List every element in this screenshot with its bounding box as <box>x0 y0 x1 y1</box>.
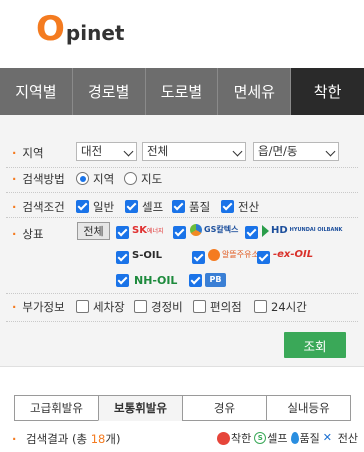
brand-nhoil-checkbox[interactable] <box>116 274 129 287</box>
result-prefix: 검색결과 (총 <box>26 432 91 446</box>
method-region-label: 지역 <box>93 172 115 186</box>
method-region-radio[interactable] <box>76 172 89 185</box>
fuel-tab-regular[interactable]: 보통휘발유 <box>98 395 183 421</box>
brand-pb-checkbox[interactable] <box>189 274 202 287</box>
legend: 착한 S 셀프 품질 ✕ 전산 <box>214 430 358 446</box>
chevron-down-icon <box>232 146 243 157</box>
extra-label: 부가정보 <box>12 299 64 315</box>
result-count: 검색결과 (총 18개) <box>12 431 120 447</box>
extra-convenience-checkbox[interactable] <box>193 300 206 313</box>
good-station-icon <box>217 431 230 445</box>
method-map-radio[interactable] <box>124 172 137 185</box>
nh-oil-logo: NH-OIL <box>134 274 178 287</box>
sigungu-select[interactable]: 전체 <box>142 142 246 161</box>
search-button[interactable]: 조회 <box>284 332 346 358</box>
condition-self-checkbox[interactable] <box>125 200 138 213</box>
brand-alddle-checkbox[interactable] <box>192 251 205 264</box>
brand-soil-checkbox[interactable] <box>116 251 129 264</box>
extra-carwash-checkbox[interactable] <box>76 300 89 313</box>
tab-region[interactable]: 지역별 <box>0 68 73 115</box>
sigungu-value: 전체 <box>147 144 169 158</box>
opinet-logo[interactable]: O pinet <box>36 12 124 46</box>
fuel-tabs: 고급휘발유 보통휘발유 경유 실내등유 <box>14 395 351 421</box>
alddle-mark-icon <box>208 249 220 261</box>
legend-self: S 셀프 <box>254 430 288 446</box>
alddle-logo: 알뜰주유소 <box>208 249 259 261</box>
extra-convenience-label: 편의점 <box>210 300 242 314</box>
dong-select[interactable]: 읍/면/동 <box>253 142 339 161</box>
method-label: 검색방법 <box>12 171 64 187</box>
legend-good: 착한 <box>217 430 251 446</box>
condition-computerized-label: 전산 <box>238 200 260 214</box>
brand-sk-checkbox[interactable] <box>116 226 129 239</box>
brand-label: 상표 <box>12 226 43 242</box>
divider <box>6 321 358 322</box>
legend-computerized: ✕ 전산 <box>322 431 358 445</box>
extra-maintenance-label: 경정비 <box>151 300 183 314</box>
divider <box>6 293 358 294</box>
fuel-tab-diesel[interactable]: 경유 <box>182 395 267 421</box>
logo-o: O <box>36 9 65 49</box>
chevron-down-icon <box>325 146 336 157</box>
divider <box>6 167 358 168</box>
condition-self-label: 셀프 <box>142 200 164 214</box>
sk-energy-logo: SK에너지 <box>132 225 164 236</box>
hd-mark-icon <box>262 225 269 237</box>
condition-computerized-checkbox[interactable] <box>221 200 234 213</box>
self-icon: S <box>254 432 267 444</box>
brand-hd-checkbox[interactable] <box>245 226 258 239</box>
method-map-label: 지도 <box>141 172 163 186</box>
tab-road[interactable]: 도로별 <box>146 68 219 115</box>
extra-24h-checkbox[interactable] <box>254 300 267 313</box>
fuel-tab-kerosene[interactable]: 실내등유 <box>266 395 351 421</box>
gs-mark-icon <box>190 224 202 236</box>
brand-exoil-checkbox[interactable] <box>257 251 270 264</box>
condition-quality-checkbox[interactable] <box>172 200 185 213</box>
gs-caltex-logo: GS칼텍스 <box>190 224 238 236</box>
fuel-tab-premium[interactable]: 고급휘발유 <box>14 395 99 421</box>
chevron-down-icon <box>123 146 134 157</box>
computerized-icon: ✕ <box>322 431 332 444</box>
tab-route[interactable]: 경로별 <box>73 68 146 115</box>
conditions-label: 검색조건 <box>12 199 64 215</box>
ex-oil-logo: -ex-OIL <box>273 249 314 260</box>
result-suffix: 개) <box>105 432 121 446</box>
brand-all-button[interactable]: 전체 <box>77 222 110 240</box>
divider <box>6 192 358 193</box>
main-tabs: 지역별 경로별 도로별 면세유 착한 <box>0 68 364 115</box>
extra-24h-label: 24시간 <box>271 300 307 314</box>
sido-select[interactable]: 대전 <box>76 142 137 161</box>
quality-drop-icon <box>290 432 299 444</box>
hd-oilbank-logo: HD HYUNDAI OILBANK <box>262 225 342 237</box>
result-number: 18 <box>90 432 106 446</box>
dong-value: 읍/면/동 <box>258 144 298 158</box>
extra-maintenance-checkbox[interactable] <box>134 300 147 313</box>
divider <box>6 217 358 218</box>
extra-carwash-label: 세차장 <box>93 300 125 314</box>
condition-quality-label: 품질 <box>189 200 211 214</box>
condition-general-checkbox[interactable] <box>76 200 89 213</box>
tab-tax-free[interactable]: 면세유 <box>218 68 292 115</box>
brand-gs-checkbox[interactable] <box>173 226 186 239</box>
condition-general-label: 일반 <box>93 200 115 214</box>
sido-value: 대전 <box>81 144 103 158</box>
header: O pinet <box>0 0 364 68</box>
legend-quality: 품질 <box>290 430 320 446</box>
search-panel: 지역 대전 전체 읍/면/동 검색방법 지역 지도 검색조건 일반 셀프 품질 … <box>0 115 364 367</box>
region-label: 지역 <box>12 145 43 161</box>
logo-text: pinet <box>65 21 125 45</box>
tab-good-station[interactable]: 착한 <box>291 68 364 115</box>
pb-logo: PB <box>205 273 226 287</box>
s-oil-logo: S-OIL <box>132 250 162 261</box>
